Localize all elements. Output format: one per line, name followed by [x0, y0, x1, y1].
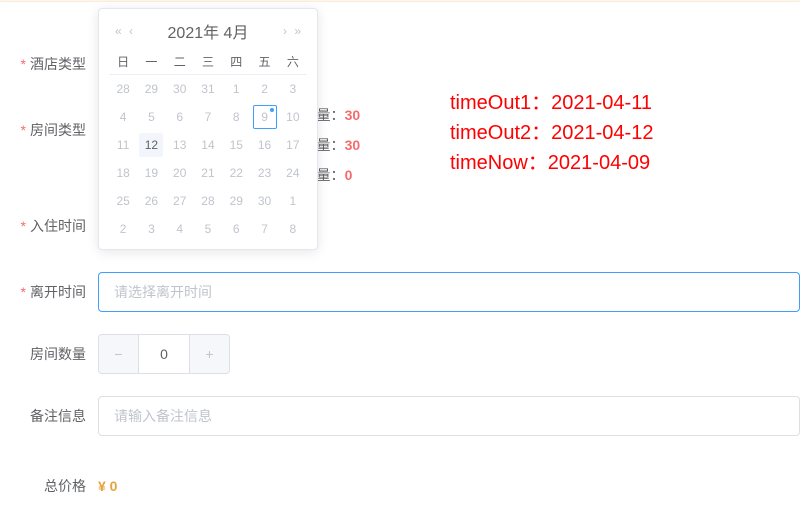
calendar-header: « ‹ 2021年 4月 › » [109, 19, 307, 43]
calendar-day-cell[interactable]: 5 [139, 105, 163, 129]
availability-count: 0 [345, 167, 353, 183]
calendar-day-cell[interactable]: 2 [111, 217, 135, 241]
total-price-value: ¥ 0 [98, 466, 117, 506]
calendar-day-cell[interactable]: 7 [196, 105, 220, 129]
row-room-count: 房间数量 − 0 + [0, 334, 800, 374]
calendar-day-cell[interactable]: 15 [224, 133, 248, 157]
label-checkout: 离开时间 [0, 272, 98, 312]
calendar-year-month[interactable]: 2021年 4月 [168, 19, 249, 43]
calendar-day-cell[interactable]: 4 [168, 217, 192, 241]
calendar-day-cell[interactable]: 19 [139, 161, 163, 185]
prev-year-button[interactable]: « [113, 24, 124, 38]
stepper-value[interactable]: 0 [139, 335, 189, 373]
calendar-day-cell[interactable]: 21 [196, 161, 220, 185]
calendar-day-cell[interactable]: 8 [281, 217, 305, 241]
calendar-day-cell[interactable]: 2 [253, 77, 277, 101]
calendar-day-cell[interactable]: 4 [111, 105, 135, 129]
debug-line-timeout1: timeOut1：2021-04-11 [450, 88, 653, 118]
room-count-stepper: − 0 + [98, 334, 230, 374]
row-remark: 备注信息 请输入备注信息 [0, 396, 800, 436]
stepper-decrease-button[interactable]: − [99, 335, 139, 373]
calendar-day-cell[interactable]: 13 [168, 133, 192, 157]
calendar-day-cell[interactable]: 18 [111, 161, 135, 185]
weekday-header: 二 [166, 49, 194, 75]
calendar-day-cell[interactable]: 30 [168, 77, 192, 101]
calendar-day-cell[interactable]: 14 [196, 133, 220, 157]
prev-month-button[interactable]: ‹ [127, 24, 135, 38]
label-total-price: 总价格 [0, 466, 98, 506]
label-room-count: 房间数量 [0, 334, 98, 374]
weekday-header: 三 [194, 49, 222, 75]
weekday-header: 六 [279, 49, 307, 75]
calendar-day-cell[interactable]: 9 [253, 105, 277, 129]
availability-count: 30 [345, 137, 361, 153]
weekday-header: 四 [222, 49, 250, 75]
calendar-day-cell[interactable]: 10 [281, 105, 305, 129]
calendar-day-cell[interactable]: 7 [253, 217, 277, 241]
calendar-day-cell[interactable]: 31 [196, 77, 220, 101]
calendar-day-cell[interactable]: 22 [224, 161, 248, 185]
next-year-button[interactable]: » [292, 24, 303, 38]
calendar-day-cell[interactable]: 29 [224, 189, 248, 213]
calendar-day-cell[interactable]: 23 [253, 161, 277, 185]
stepper-increase-button[interactable]: + [189, 335, 229, 373]
calendar-day-cell[interactable]: 24 [281, 161, 305, 185]
checkout-date-input[interactable]: 请选择离开时间 [98, 272, 800, 312]
label-remark: 备注信息 [0, 396, 98, 436]
row-total-price: 总价格 ¥ 0 [0, 466, 800, 506]
calendar-day-cell[interactable]: 29 [139, 77, 163, 101]
calendar-day-cell[interactable]: 1 [281, 189, 305, 213]
calendar-day-cell[interactable]: 25 [111, 189, 135, 213]
calendar-day-cell[interactable]: 11 [111, 133, 135, 157]
weekday-header: 一 [137, 49, 165, 75]
debug-line-timenow: timeNow：2021-04-09 [450, 148, 653, 178]
calendar-day-cell[interactable]: 3 [139, 217, 163, 241]
row-checkout: 离开时间 请选择离开时间 [0, 272, 800, 312]
checkout-placeholder: 请选择离开时间 [114, 282, 212, 302]
remark-placeholder: 请输入备注信息 [114, 406, 212, 426]
weekday-header: 五 [250, 49, 278, 75]
calendar-day-cell[interactable]: 16 [253, 133, 277, 157]
calendar-day-cell[interactable]: 27 [168, 189, 192, 213]
calendar-day-cell[interactable]: 17 [281, 133, 305, 157]
calendar-day-cell[interactable]: 12 [139, 133, 163, 157]
debug-line-timeout2: timeOut2：2021-04-12 [450, 118, 653, 148]
calendar-day-cell[interactable]: 6 [224, 217, 248, 241]
label-checkin: 入住时间 [0, 206, 98, 246]
calendar-day-cell[interactable]: 30 [253, 189, 277, 213]
calendar-day-cell[interactable]: 5 [196, 217, 220, 241]
label-room-type: 房间类型 [0, 110, 98, 150]
calendar-grid: 日一二三四五六 28293031123456789101112131415161… [109, 49, 307, 243]
calendar-day-cell[interactable]: 1 [224, 77, 248, 101]
calendar-day-cell[interactable]: 3 [281, 77, 305, 101]
calendar-day-cell[interactable]: 20 [168, 161, 192, 185]
label-hotel-type: 酒店类型 [0, 44, 98, 84]
calendar-day-cell[interactable]: 28 [111, 77, 135, 101]
calendar-day-cell[interactable]: 26 [139, 189, 163, 213]
date-picker-popover: « ‹ 2021年 4月 › » 日一二三四五六 282930311234567… [98, 8, 318, 250]
debug-overlay: timeOut1：2021-04-11 timeOut2：2021-04-12 … [450, 88, 653, 178]
weekday-header: 日 [109, 49, 137, 75]
availability-count: 30 [345, 107, 361, 123]
calendar-day-cell[interactable]: 8 [224, 105, 248, 129]
next-month-button[interactable]: › [281, 24, 289, 38]
calendar-day-cell[interactable]: 6 [168, 105, 192, 129]
alert-banner-remnant [0, 0, 800, 2]
calendar-day-cell[interactable]: 28 [196, 189, 220, 213]
remark-input[interactable]: 请输入备注信息 [98, 396, 800, 436]
